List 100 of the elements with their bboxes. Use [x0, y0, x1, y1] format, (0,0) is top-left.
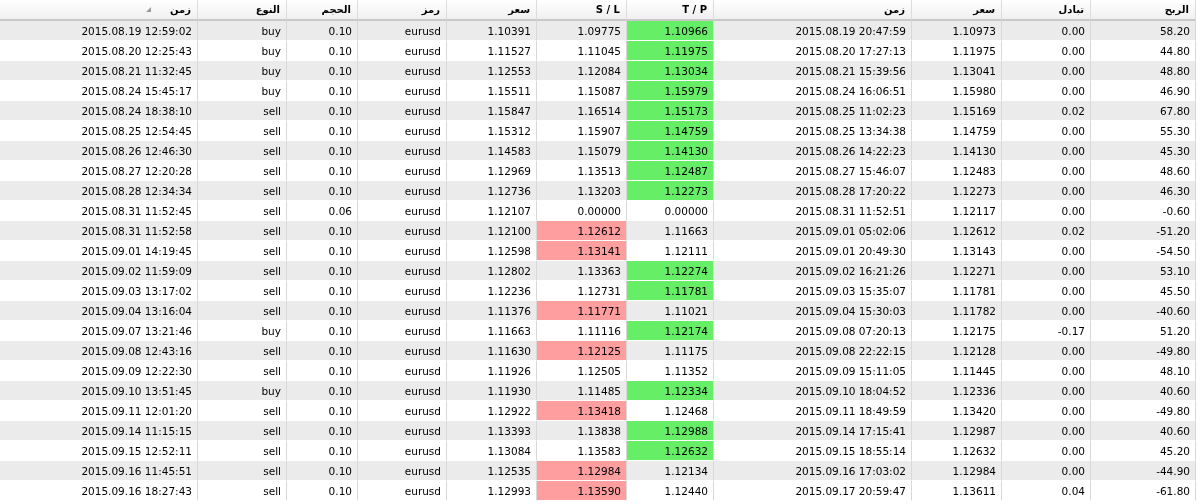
table-cell: sell: [198, 481, 287, 501]
table-cell: 0.10: [287, 261, 358, 281]
table-cell: eurusd: [358, 461, 447, 481]
table-cell: 0.10: [287, 61, 358, 81]
column-header[interactable]: زمن: [714, 0, 912, 21]
table-cell: 0.00: [1002, 141, 1091, 161]
table-cell: eurusd: [358, 381, 447, 401]
column-header[interactable]: الربح: [1091, 0, 1196, 21]
table-cell: 1.11975: [627, 41, 714, 61]
table-cell: 2015.09.04 13:16:04: [0, 301, 198, 321]
table-cell: 1.12984: [912, 461, 1002, 481]
table-cell: sell: [198, 301, 287, 321]
table-cell: 1.12553: [447, 61, 537, 81]
table-cell: 2015.08.26 12:46:30: [0, 141, 198, 161]
table-cell: 2015.09.02 16:21:26: [714, 261, 912, 281]
column-header[interactable]: سعر: [912, 0, 1002, 21]
table-cell: sell: [198, 221, 287, 241]
table-cell: 0.10: [287, 301, 358, 321]
table-cell: 2015.09.08 12:43:16: [0, 341, 198, 361]
table-cell: 0.10: [287, 21, 358, 41]
table-cell: 1.10966: [627, 21, 714, 41]
table-cell: 2015.08.31 11:52:58: [0, 221, 198, 241]
table-cell: 1.12100: [447, 221, 537, 241]
table-cell: sell: [198, 421, 287, 441]
table-cell: 1.13838: [537, 421, 627, 441]
table-cell: sell: [198, 461, 287, 481]
column-header[interactable]: رمز: [358, 0, 447, 21]
table-cell: 0.00: [1002, 461, 1091, 481]
column-header[interactable]: تبادل: [1002, 0, 1091, 21]
table-cell: 2015.08.28 12:34:34: [0, 181, 198, 201]
table-cell: 1.15169: [912, 101, 1002, 121]
table-cell: 1.12487: [627, 161, 714, 181]
table-cell: 1.12271: [912, 261, 1002, 281]
table-cell: sell: [198, 341, 287, 361]
table-cell: -40.60: [1091, 301, 1196, 321]
table-cell: 0.10: [287, 381, 358, 401]
table-cell: 1.11781: [627, 281, 714, 301]
table-cell: 0.00: [1002, 381, 1091, 401]
table-cell: 1.12984: [537, 461, 627, 481]
table-cell: 2015.08.19 12:59:02: [0, 21, 198, 41]
table-cell: 0.00: [1002, 421, 1091, 441]
table-cell: 1.12632: [627, 441, 714, 461]
table-cell: eurusd: [358, 21, 447, 41]
column-header[interactable]: T / P: [627, 0, 714, 21]
column-header[interactable]: S / L: [537, 0, 627, 21]
table-cell: 0.00: [1002, 261, 1091, 281]
table-cell: 1.13203: [537, 181, 627, 201]
table-cell: 1.10973: [912, 21, 1002, 41]
table-cell: -51.20: [1091, 221, 1196, 241]
table-cell: 1.12802: [447, 261, 537, 281]
table-cell: 2015.08.28 17:20:22: [714, 181, 912, 201]
table-cell: -49.80: [1091, 341, 1196, 361]
column-header[interactable]: زمن: [0, 0, 198, 21]
sort-icon: [145, 6, 153, 13]
table-cell: 1.13034: [627, 61, 714, 81]
table-cell: 1.12273: [912, 181, 1002, 201]
table-cell: 0.10: [287, 181, 358, 201]
table-cell: 0.00: [1002, 61, 1091, 81]
table-cell: 1.12128: [912, 341, 1002, 361]
table-cell: 2015.08.21 11:32:45: [0, 61, 198, 81]
table-cell: 0.10: [287, 461, 358, 481]
column-header[interactable]: سعر: [447, 0, 537, 21]
table-cell: sell: [198, 261, 287, 281]
table-cell: 1.12736: [447, 181, 537, 201]
table-cell: eurusd: [358, 301, 447, 321]
table-cell: 1.13041: [912, 61, 1002, 81]
table-cell: 1.15173: [627, 101, 714, 121]
table-cell: 46.30: [1091, 181, 1196, 201]
table-cell: 0.10: [287, 141, 358, 161]
table-cell: 1.13393: [447, 421, 537, 441]
table-cell: 1.13141: [537, 241, 627, 261]
table-cell: 1.12125: [537, 341, 627, 361]
table-cell: 0.02: [1002, 101, 1091, 121]
table-cell: 2015.08.26 14:22:23: [714, 141, 912, 161]
table-cell: 1.13418: [537, 401, 627, 421]
table-cell: 1.11782: [912, 301, 1002, 321]
column-header[interactable]: النوع: [198, 0, 287, 21]
column-header[interactable]: الحجم: [287, 0, 358, 21]
table-cell: 1.12440: [627, 481, 714, 501]
table-cell: 1.11630: [447, 341, 537, 361]
table-cell: 2015.08.21 15:39:56: [714, 61, 912, 81]
table-cell: 1.14583: [447, 141, 537, 161]
table-cell: sell: [198, 181, 287, 201]
table-cell: 2015.09.08 22:22:15: [714, 341, 912, 361]
table-cell: 0.10: [287, 101, 358, 121]
table-cell: 0.10: [287, 221, 358, 241]
table-cell: 1.15979: [627, 81, 714, 101]
table-cell: 40.60: [1091, 381, 1196, 401]
table-cell: 2015.08.25 11:02:23: [714, 101, 912, 121]
table-cell: sell: [198, 141, 287, 161]
table-cell: 1.11930: [447, 381, 537, 401]
table-cell: 1.14130: [912, 141, 1002, 161]
table-cell: 1.12334: [627, 381, 714, 401]
table-cell: buy: [198, 381, 287, 401]
table-cell: 1.14130: [627, 141, 714, 161]
table-cell: 58.20: [1091, 21, 1196, 41]
table-cell: 1.14759: [627, 121, 714, 141]
table-cell: eurusd: [358, 141, 447, 161]
table-cell: 1.11376: [447, 301, 537, 321]
table-cell: 45.30: [1091, 141, 1196, 161]
